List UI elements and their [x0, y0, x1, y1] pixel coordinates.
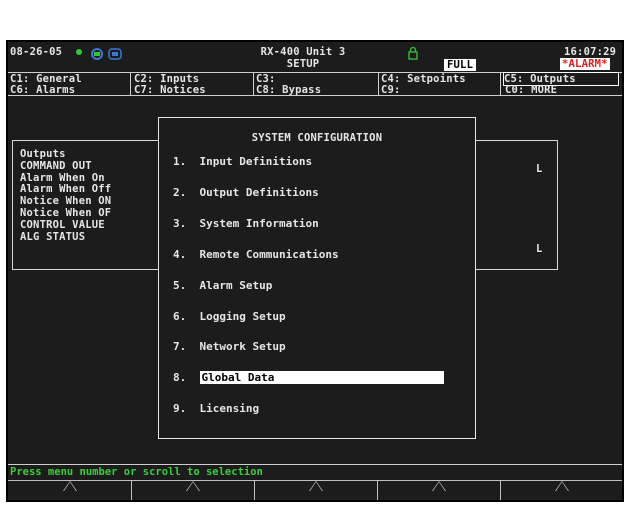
- date-display: 08-26-05: [10, 46, 63, 58]
- phone-icon: [88, 45, 106, 64]
- status-dot-icon: [76, 49, 82, 55]
- tab-notices[interactable]: C7: Notices: [134, 84, 206, 96]
- softkey-2[interactable]: [131, 480, 254, 500]
- outputs-values-panel: L L: [470, 140, 558, 270]
- menu-item-licensing[interactable]: 9. Licensing: [173, 402, 259, 415]
- menu-item-network-setup[interactable]: 7. Network Setup: [173, 340, 286, 353]
- tab-bypass[interactable]: C8: Bypass: [256, 84, 321, 96]
- outputs-title: Outputs: [20, 148, 66, 160]
- softkey-5[interactable]: [500, 480, 622, 500]
- selected-menu-label: Global Data: [199, 371, 444, 384]
- tab-alarms[interactable]: C6: Alarms: [10, 84, 75, 96]
- menu-item-output-definitions[interactable]: 2. Output Definitions: [173, 186, 319, 199]
- output-row: COMMAND OUT: [20, 160, 92, 172]
- output-row: Notice When ON: [20, 195, 112, 207]
- output-row: CONTROL VALUE: [20, 219, 105, 231]
- menu-item-remote-communications[interactable]: 4. Remote Communications: [173, 248, 339, 261]
- menu-item-alarm-setup[interactable]: 5. Alarm Setup: [173, 279, 272, 292]
- output-row: Alarm When Off: [20, 183, 112, 195]
- menu-title: SYSTEM CONFIGURATION: [251, 132, 383, 144]
- output-value: L: [536, 243, 543, 255]
- output-row: ALG STATUS: [20, 231, 86, 243]
- menu-item-system-information[interactable]: 3. System Information: [173, 217, 319, 230]
- softkey-notch-icon: [432, 481, 446, 491]
- output-value: L: [536, 163, 543, 175]
- softkey-notch-icon: [62, 481, 77, 491]
- softkey-1[interactable]: [8, 480, 131, 500]
- time-display: 16:07:29: [564, 46, 617, 58]
- signal-badge: FULL: [444, 59, 477, 71]
- device-screen: 08-26-05 RX-400 Unit 3 SETUP FULL 16:07:…: [6, 40, 624, 502]
- output-row: Notice When OF: [20, 207, 112, 219]
- softkey-3[interactable]: [254, 480, 377, 500]
- softkey-notch-icon: [186, 481, 200, 491]
- tab-c9[interactable]: C9:: [381, 84, 401, 96]
- menu-item-global-data[interactable]: 8. Global Data: [173, 371, 444, 384]
- softkey-notch-icon: [555, 481, 569, 491]
- softkey-notch-icon: [309, 481, 323, 491]
- menu-item-logging-setup[interactable]: 6. Logging Setup: [173, 310, 286, 323]
- unit-name: RX-400 Unit 3: [260, 46, 346, 58]
- battery-icon: [108, 45, 122, 64]
- alarm-indicator: *ALARM*: [560, 58, 610, 70]
- mode-label: SETUP: [286, 58, 320, 70]
- status-prompt: Press menu number or scroll to selection: [10, 466, 263, 478]
- system-config-menu: SYSTEM CONFIGURATION 1. Input Definition…: [158, 117, 476, 439]
- lock-icon: [407, 45, 419, 64]
- softkey-4[interactable]: [377, 480, 500, 500]
- tab-more[interactable]: C0: MORE: [505, 84, 557, 96]
- menu-item-input-definitions[interactable]: 1. Input Definitions: [173, 155, 312, 168]
